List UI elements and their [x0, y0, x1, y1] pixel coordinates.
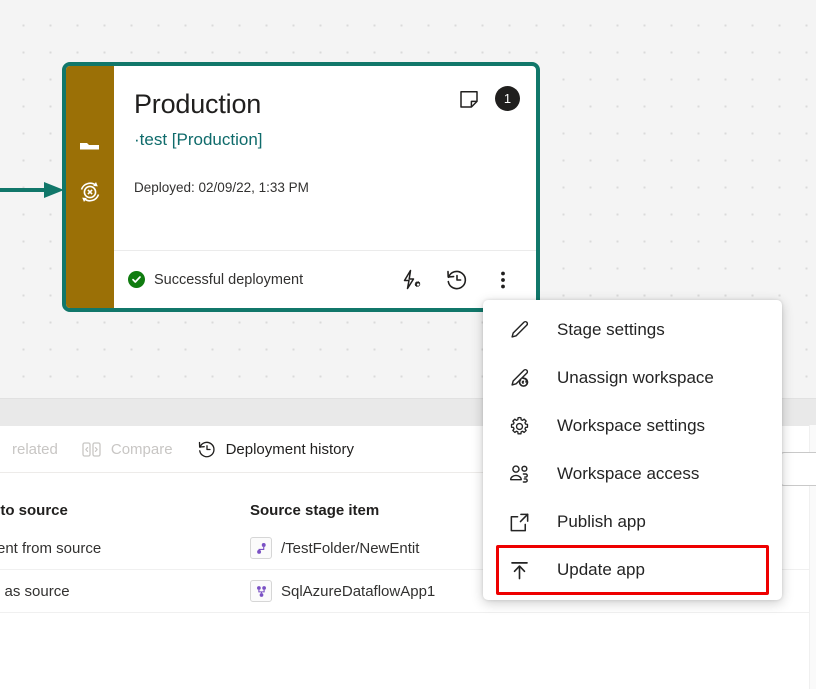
stage-connector-arrow	[0, 180, 70, 200]
workspace-link[interactable]: ·test [Production]	[134, 129, 518, 151]
menu-item-workspace-access[interactable]: Workspace access	[483, 450, 782, 498]
table-cell-source-item-label: /TestFolder/NewEntit	[281, 539, 420, 557]
column-header-compared-to-source[interactable]: l to source	[0, 502, 250, 519]
pencil-undo-icon	[507, 366, 531, 390]
deployed-timestamp: Deployed: 02/09/22, 1:33 PM	[134, 180, 309, 195]
compare-icon	[82, 439, 102, 459]
command-deployment-history[interactable]: Deployment history	[185, 426, 366, 472]
command-deployment-history-label: Deployment history	[225, 440, 354, 458]
table-cell-status: rent from source	[0, 539, 102, 557]
menu-item-label: Update app	[557, 560, 645, 579]
menu-item-label: Stage settings	[557, 320, 665, 339]
dataflow-item-icon	[250, 537, 272, 559]
menu-item-label: Workspace settings	[557, 416, 706, 435]
workspace-icon	[74, 132, 106, 164]
stage-card-actions	[398, 267, 522, 293]
sync-blocked-icon	[74, 176, 106, 208]
gear-icon	[507, 414, 531, 438]
stage-card-body: Production ·test [Production] Deployed: …	[114, 66, 536, 308]
history-icon	[197, 439, 217, 459]
command-compare-label: Compare	[110, 440, 173, 458]
menu-item-publish-app[interactable]: Publish app	[483, 498, 782, 546]
dataflow-item-icon	[250, 580, 272, 602]
pencil-icon	[507, 318, 531, 342]
stage-card-header-actions: 1	[457, 86, 520, 111]
menu-item-stage-settings[interactable]: Stage settings	[483, 306, 782, 354]
menu-item-label: Unassign workspace	[557, 368, 714, 387]
stage-card-main: Production ·test [Production] Deployed: …	[114, 66, 536, 250]
deployment-rules-icon[interactable]	[398, 267, 424, 293]
search-input[interactable]	[780, 452, 816, 486]
more-options-icon[interactable]	[490, 267, 516, 293]
people-icon	[507, 462, 531, 486]
status-badge: 1	[495, 86, 520, 111]
stage-card-rail	[66, 66, 114, 308]
menu-item-label: Publish app	[557, 512, 646, 531]
menu-item-label: Workspace access	[557, 464, 700, 483]
deployment-status-label: Successful deployment	[154, 271, 304, 288]
command-related[interactable]: related	[0, 426, 70, 472]
table-cell-status: e as source	[0, 582, 70, 600]
menu-item-workspace-settings[interactable]: Workspace settings	[483, 402, 782, 450]
sticky-note-icon[interactable]	[457, 87, 481, 111]
production-stage-card[interactable]: Production ·test [Production] Deployed: …	[62, 62, 540, 312]
command-related-label: related	[12, 440, 58, 458]
command-compare[interactable]: Compare	[70, 426, 185, 472]
open-external-icon	[507, 510, 531, 534]
stage-card-footer: Successful deployment	[114, 250, 536, 308]
stage-context-menu: Stage settings Unassign workspace Worksp…	[483, 300, 782, 600]
menu-item-update-app[interactable]: Update app	[496, 545, 769, 595]
deployment-status: Successful deployment	[128, 271, 398, 288]
deployment-history-icon[interactable]	[444, 267, 470, 293]
success-check-icon	[128, 271, 145, 288]
menu-item-unassign-workspace[interactable]: Unassign workspace	[483, 354, 782, 402]
upload-icon	[507, 558, 531, 582]
table-cell-source-item-label: SqlAzureDataflowApp1	[281, 582, 436, 600]
